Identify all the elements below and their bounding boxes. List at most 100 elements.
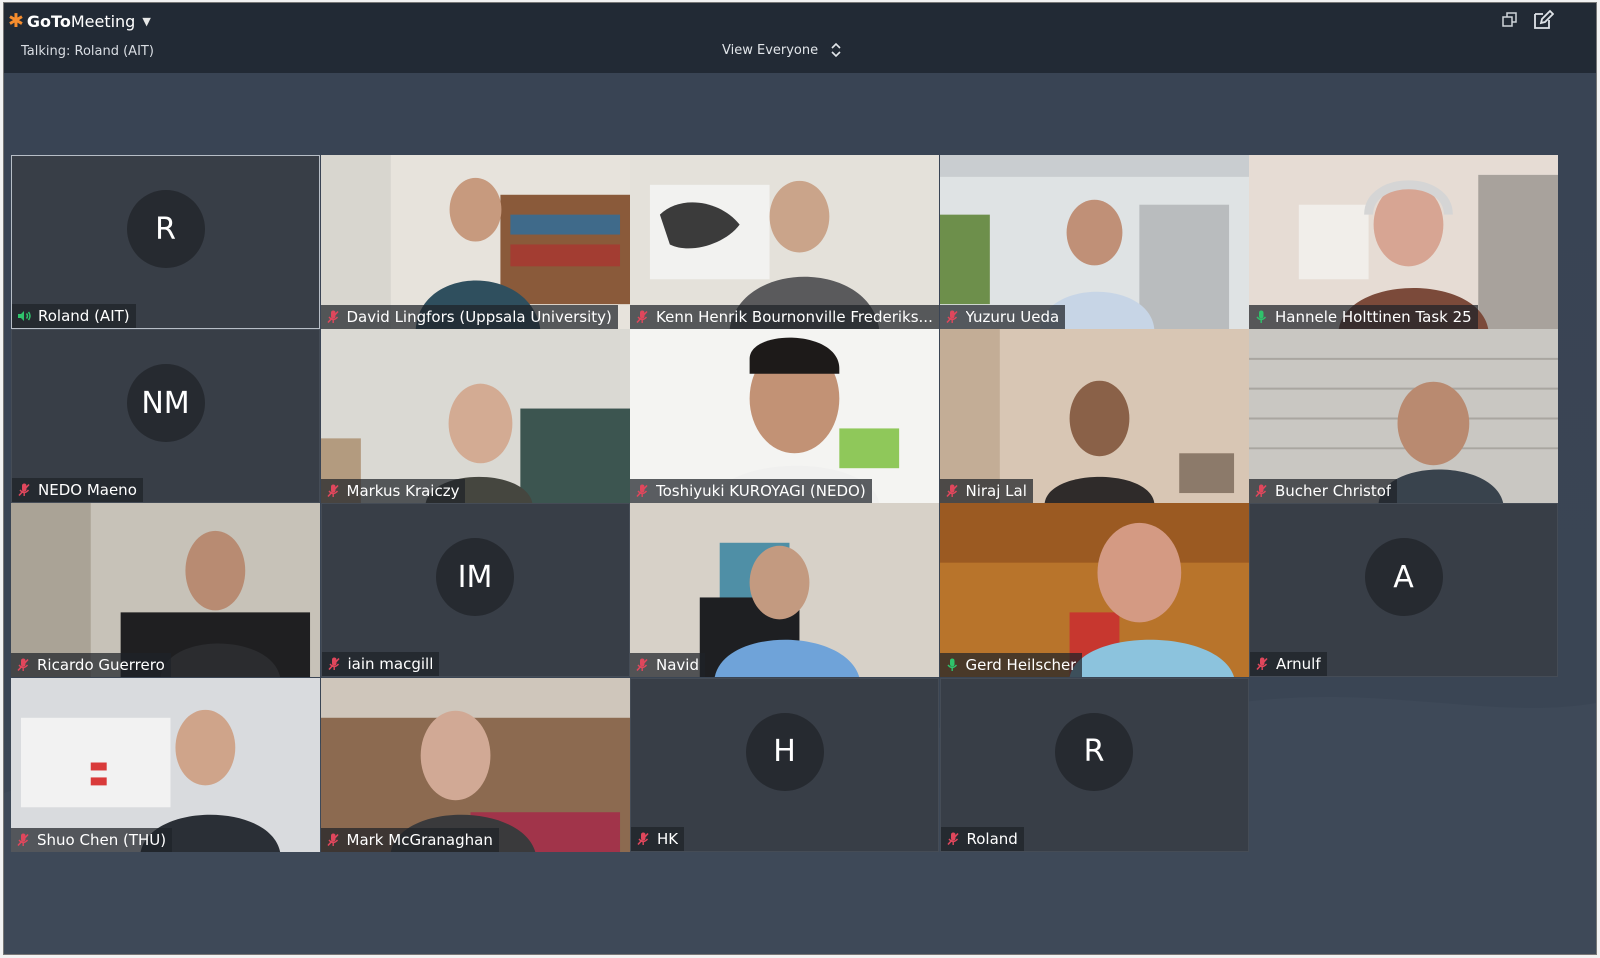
participant-name-tag: Toshiyuki KUROYAGI (NEDO) — [630, 479, 872, 504]
participant-tile[interactable]: A Arnulf — [1249, 503, 1558, 678]
participant-tile[interactable]: R Roland (AIT) — [11, 155, 320, 329]
mic-muted-icon — [15, 832, 31, 848]
participant-name: HK — [657, 829, 679, 848]
video-feed — [11, 677, 320, 852]
participant-name-tag: HK — [631, 826, 685, 851]
mic-muted-icon — [15, 657, 31, 673]
participant-name-tag: NEDO Maeno — [12, 478, 143, 503]
speaker-icon — [16, 308, 32, 324]
app-name-bold: GoTo — [26, 12, 71, 31]
participant-name: iain macgill — [347, 655, 434, 674]
participant-tile[interactable]: Ricardo Guerrero — [11, 503, 320, 678]
participant-tile[interactable]: Bucher Christof — [1249, 329, 1558, 504]
participant-name: Markus Kraiczy — [346, 482, 460, 501]
participant-name: Arnulf — [1276, 655, 1321, 674]
participant-name: NEDO Maeno — [38, 481, 137, 500]
participant-name: Ricardo Guerrero — [37, 656, 165, 675]
video-feed — [939, 503, 1249, 678]
participant-tile[interactable]: Navid — [630, 503, 939, 678]
participant-name: Mark McGranaghan — [346, 830, 493, 849]
mic-muted-icon — [944, 309, 960, 325]
video-feed — [630, 503, 939, 678]
mic-on-icon — [1253, 309, 1269, 325]
video-feed — [320, 329, 630, 504]
video-feed — [630, 329, 939, 504]
participant-name: Bucher Christof — [1275, 482, 1392, 501]
participant-name: Kenn Henrik Bournonville Frederiks... — [656, 308, 933, 326]
video-feed — [939, 155, 1249, 329]
participant-name: Niraj Lal — [965, 482, 1027, 501]
participant-tile[interactable]: Shuo Chen (THU) — [11, 677, 320, 852]
participant-name: Yuzuru Ueda — [965, 308, 1060, 326]
participant-name-tag: Bucher Christof — [1249, 479, 1398, 504]
participant-tile[interactable]: Toshiyuki KUROYAGI (NEDO) — [630, 329, 939, 504]
participant-name-tag: Roland — [940, 826, 1024, 851]
participant-name-tag: Yuzuru Ueda — [939, 305, 1066, 329]
video-feed — [1249, 329, 1558, 504]
participant-name-tag: Hannele Holttinen Task 25 — [1249, 305, 1478, 329]
mic-muted-icon — [634, 309, 650, 325]
participant-name-tag: David Lingfors (Uppsala University) — [320, 305, 618, 329]
avatar: IM — [436, 538, 514, 617]
mic-muted-icon — [325, 832, 341, 848]
participant-name-tag: Markus Kraiczy — [320, 479, 466, 504]
drawing-tools-icon[interactable] — [1532, 9, 1555, 29]
mic-muted-icon — [1253, 483, 1269, 499]
participant-tile[interactable]: Niraj Lal — [939, 329, 1249, 504]
talking-indicator: Talking: Roland (AIT) — [21, 44, 154, 59]
participant-name-tag: Kenn Henrik Bournonville Frederiks... — [630, 305, 939, 329]
video-feed — [320, 155, 630, 329]
participant-name: Shuo Chen (THU) — [37, 830, 167, 849]
mic-muted-icon — [325, 483, 341, 499]
view-selector-label: View Everyone — [722, 42, 819, 58]
gotomeeting-logo-icon: ✱ — [8, 10, 24, 32]
mic-muted-icon — [945, 831, 961, 847]
video-feed — [630, 155, 939, 329]
title-bar: ✱ GoTo Meeting ▼ Talking: Roland (AIT) V… — [4, 3, 1596, 73]
participant-name-tag: iain macgill — [321, 652, 440, 677]
avatar: R — [126, 190, 205, 268]
participant-tile[interactable]: H HK — [630, 677, 939, 852]
participant-name: Roland — [966, 829, 1018, 848]
participant-tile[interactable]: Yuzuru Ueda — [939, 155, 1249, 329]
participant-name-tag: Navid — [630, 653, 705, 678]
chevron-down-icon: ▼ — [142, 15, 151, 28]
participant-tile[interactable]: R Roland — [939, 677, 1249, 852]
participant-tile[interactable]: Mark McGranaghan — [320, 677, 630, 852]
video-feed — [939, 329, 1249, 504]
video-feed — [1249, 155, 1558, 329]
participant-name-tag: Arnulf — [1250, 652, 1327, 677]
participant-tile[interactable]: Hannele Holttinen Task 25 — [1249, 155, 1558, 329]
participant-name-tag: Gerd Heilscher — [939, 653, 1083, 678]
participant-tile[interactable]: David Lingfors (Uppsala University) — [320, 155, 630, 329]
participant-tile[interactable]: NM NEDO Maeno — [11, 329, 320, 504]
participant-name: Gerd Heilscher — [965, 656, 1077, 675]
participant-name: Navid — [656, 656, 699, 675]
mic-muted-icon — [635, 831, 651, 847]
app-name-rest: Meeting — [70, 12, 136, 31]
avatar: R — [1055, 712, 1133, 791]
participant-name: Toshiyuki KUROYAGI (NEDO) — [656, 482, 866, 501]
mic-muted-icon — [326, 656, 342, 672]
popout-window-icon[interactable] — [1501, 11, 1521, 31]
mic-muted-icon — [1254, 656, 1270, 672]
mic-on-icon — [944, 657, 960, 673]
avatar: NM — [126, 364, 205, 443]
video-feed — [320, 677, 630, 852]
participant-tile[interactable]: Kenn Henrik Bournonville Frederiks... — [630, 155, 939, 329]
meeting-window: ✱ GoTo Meeting ▼ Talking: Roland (AIT) V… — [3, 2, 1597, 955]
video-stage: R Roland (AIT) David Lingfors (Uppsala Uni… — [4, 73, 1596, 954]
app-menu[interactable]: ✱ GoTo Meeting ▼ — [8, 10, 151, 32]
video-feed — [11, 503, 320, 678]
participant-tile[interactable]: Gerd Heilscher — [939, 503, 1249, 678]
mic-muted-icon — [944, 483, 960, 499]
participant-name-tag: Mark McGranaghan — [320, 827, 499, 852]
participant-name-tag: Roland (AIT) — [12, 304, 136, 328]
participant-name: Hannele Holttinen Task 25 — [1275, 308, 1472, 326]
mic-muted-icon — [16, 482, 32, 498]
participant-tile[interactable]: Markus Kraiczy — [320, 329, 630, 504]
mic-muted-icon — [634, 657, 650, 673]
participant-tile[interactable]: IM iain macgill — [320, 503, 630, 678]
participant-name-tag: Shuo Chen (THU) — [11, 827, 173, 852]
view-selector[interactable]: View Everyone — [722, 41, 842, 59]
